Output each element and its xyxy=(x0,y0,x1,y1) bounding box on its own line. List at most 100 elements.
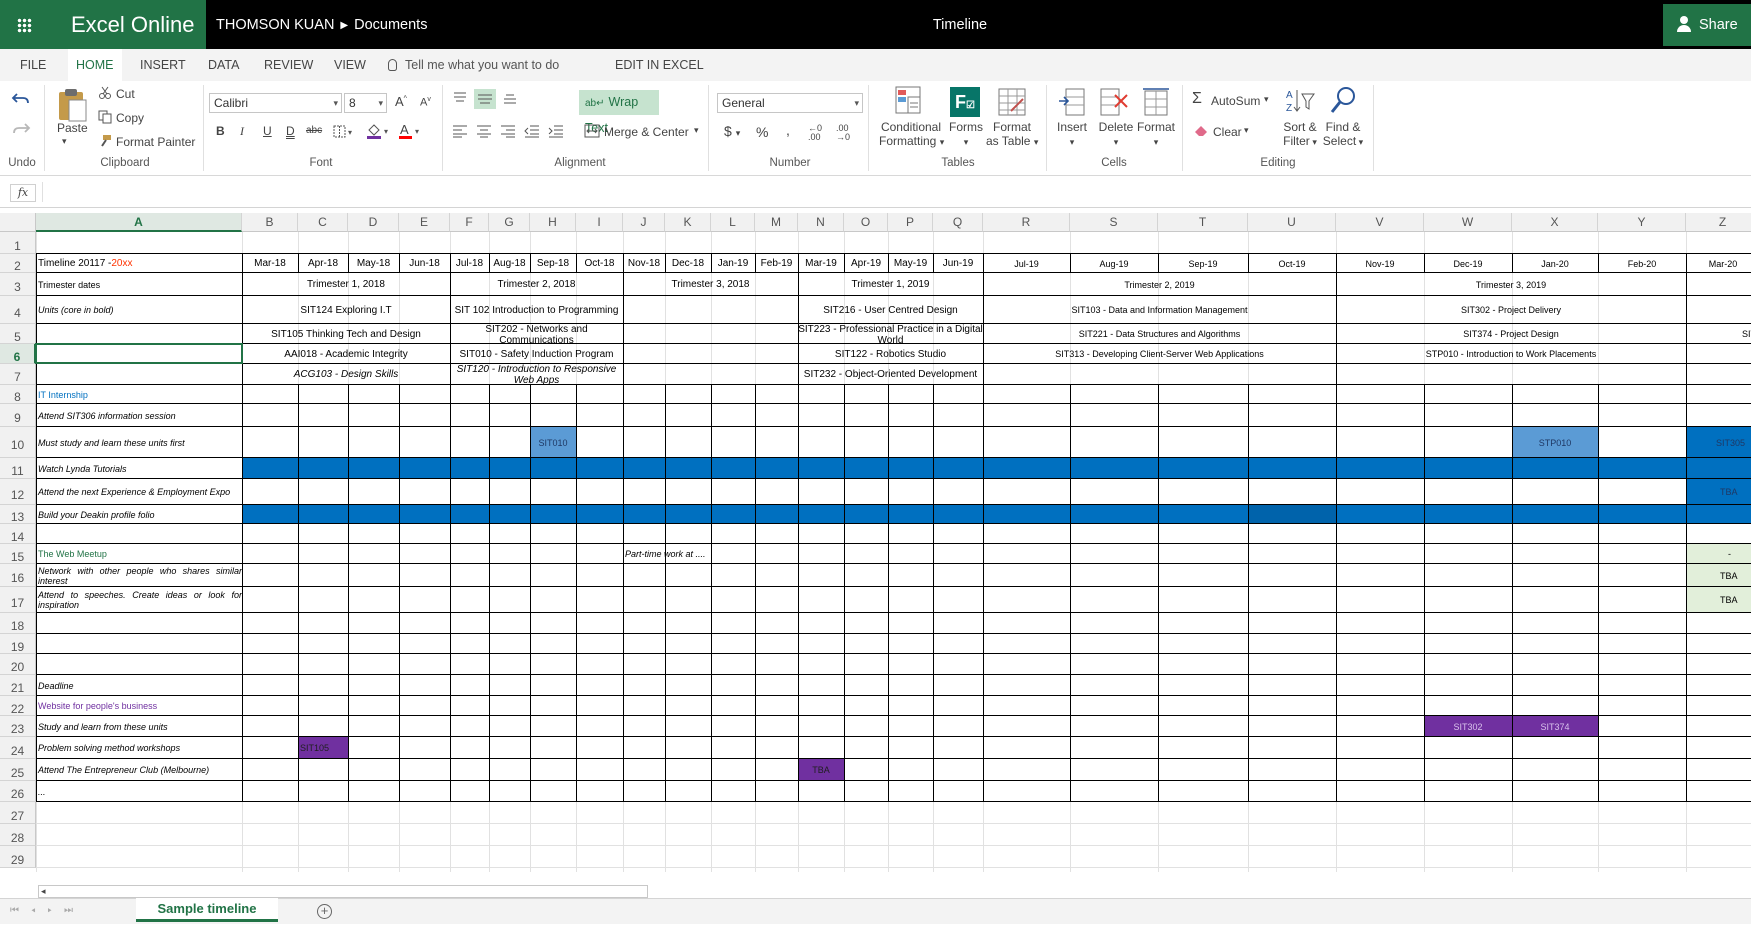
paste-button[interactable]: Paste xyxy=(57,121,88,135)
column-header[interactable]: F xyxy=(450,213,489,232)
double-underline-button[interactable]: D xyxy=(286,124,295,138)
scroll-left-icon[interactable]: ◂ xyxy=(41,886,46,897)
comma-style-button[interactable]: , xyxy=(786,122,790,138)
tab-review[interactable]: REVIEW xyxy=(256,49,321,81)
row-header[interactable]: 22 xyxy=(0,696,36,716)
row-header[interactable]: 17 xyxy=(0,587,36,613)
activity-label[interactable]: IT Internship xyxy=(36,385,242,404)
month-header[interactable]: Aug-19 xyxy=(1070,254,1158,273)
align-left-icon[interactable] xyxy=(452,124,468,138)
sort-filter-button[interactable]: Sort & Filter ▾ xyxy=(1280,120,1320,149)
month-header[interactable]: Mar-19 xyxy=(798,254,844,273)
align-center-icon[interactable] xyxy=(476,124,492,138)
month-header[interactable]: Jan-20 xyxy=(1512,254,1598,273)
column-header[interactable]: I xyxy=(576,213,623,232)
delete-button[interactable]: Delete ▾ xyxy=(1096,120,1136,149)
tab-view[interactable]: VIEW xyxy=(326,49,374,81)
column-header[interactable]: R xyxy=(983,213,1070,232)
row-header[interactable]: 14 xyxy=(0,524,36,544)
block-label[interactable]: SIT010 xyxy=(530,427,576,458)
row-header[interactable]: 6 xyxy=(0,344,36,364)
undo-icon[interactable] xyxy=(11,91,31,107)
unit-cell[interactable]: SIT202 - Networks and Communications xyxy=(450,324,623,344)
row-header[interactable]: 1 xyxy=(0,232,36,254)
row-header[interactable]: 15 xyxy=(0,544,36,564)
number-format-select[interactable]: General xyxy=(717,93,863,113)
forms-button[interactable]: Forms ▾ xyxy=(949,120,983,149)
activity-label[interactable]: Network with other people who shares sim… xyxy=(36,564,242,587)
clear-dropdown-icon[interactable]: ▾ xyxy=(1244,125,1249,136)
column-header[interactable]: Q xyxy=(933,213,983,232)
block-label[interactable]: SIT105 xyxy=(298,737,348,759)
column-header[interactable]: C xyxy=(298,213,348,232)
grow-font-icon[interactable]: A^ xyxy=(395,94,407,109)
unit-cell[interactable]: SIT232 - Object-Oriented Development xyxy=(798,364,983,385)
column-header[interactable]: U xyxy=(1248,213,1336,232)
activity-label[interactable]: Problem solving method workshops xyxy=(36,737,242,759)
unit-cell[interactable]: SIT221 - Data Structures and Algorithms xyxy=(983,324,1336,344)
month-header[interactable]: Nov-19 xyxy=(1336,254,1424,273)
italic-button[interactable]: I xyxy=(240,124,244,139)
breadcrumb-folder[interactable]: Documents xyxy=(354,17,427,33)
block-label[interactable]: TBA xyxy=(1686,564,1751,587)
cut-button[interactable]: Cut xyxy=(116,87,135,101)
column-header[interactable]: Z xyxy=(1686,213,1751,232)
clear-button[interactable]: Clear xyxy=(1213,125,1242,139)
month-header[interactable]: Sep-18 xyxy=(530,254,576,273)
month-header[interactable]: Mar-18 xyxy=(242,254,298,273)
align-top-icon[interactable] xyxy=(452,91,468,105)
font-name-select[interactable]: Calibri xyxy=(209,93,342,113)
row-header[interactable]: 8 xyxy=(0,385,36,404)
month-header[interactable]: Jul-19 xyxy=(983,254,1070,273)
unit-cell[interactable]: ACG103 - Design Skills xyxy=(242,364,450,385)
column-header[interactable]: V xyxy=(1336,213,1424,232)
column-header[interactable]: E xyxy=(399,213,450,232)
paste-icon[interactable] xyxy=(56,87,88,123)
block-label[interactable]: TBA xyxy=(1686,587,1751,613)
row-header[interactable]: 27 xyxy=(0,802,36,824)
row-header[interactable]: 16 xyxy=(0,564,36,587)
unit-cell[interactable]: SIT 102 Introduction to Programming xyxy=(450,296,623,324)
trimester-header[interactable]: Trimester 1, 2018 xyxy=(242,273,450,296)
column-header[interactable]: S xyxy=(1070,213,1158,232)
row-header[interactable]: 4 xyxy=(0,296,36,324)
row-header[interactable]: 3 xyxy=(0,273,36,296)
block-label[interactable]: Part-time work at .... xyxy=(623,544,755,564)
unit-cell[interactable]: SIT105 Thinking Tech and Design xyxy=(242,324,450,344)
edit-in-excel-button[interactable]: EDIT IN EXCEL xyxy=(607,49,712,81)
add-sheet-icon[interactable]: + xyxy=(317,904,332,919)
row-header[interactable]: 26 xyxy=(0,781,36,802)
sheet-nav-arrows-icon[interactable]: ⏮◂▸⏭ xyxy=(10,905,85,916)
month-header[interactable]: May-18 xyxy=(348,254,399,273)
row-header[interactable]: 11 xyxy=(0,458,36,479)
breadcrumb-user[interactable]: THOMSON KUAN xyxy=(216,17,334,33)
format-painter-button[interactable]: Format Painter xyxy=(116,135,195,149)
month-header[interactable]: Oct-18 xyxy=(576,254,623,273)
trimester-header[interactable]: Trimester 1, 2019 xyxy=(798,273,983,296)
trimester-header[interactable]: Trimester 2, 2018 xyxy=(450,273,623,296)
decrease-decimal-button[interactable]: .00 →0 xyxy=(836,124,850,142)
row-header[interactable]: 18 xyxy=(0,613,36,634)
month-header[interactable]: Jul-18 xyxy=(450,254,489,273)
increase-indent-icon[interactable] xyxy=(548,124,564,138)
align-bottom-icon[interactable] xyxy=(502,91,518,105)
activity-label[interactable]: ... xyxy=(36,781,242,802)
activity-label[interactable]: Attend the next Experience & Employment … xyxy=(36,479,242,505)
conditional-formatting-button[interactable]: Conditional Formatting ▾ xyxy=(879,120,944,149)
column-header[interactable]: L xyxy=(711,213,755,232)
month-header[interactable]: Jun-19 xyxy=(933,254,983,273)
unit-cell[interactable]: STP010 - Introduction to Work Placements xyxy=(1336,344,1686,364)
row-header[interactable]: 13 xyxy=(0,505,36,524)
unit-cell[interactable]: SIT122 - Robotics Studio xyxy=(798,344,983,364)
tab-insert[interactable]: INSERT xyxy=(132,49,194,81)
month-header[interactable]: Aug-18 xyxy=(489,254,530,273)
unit-cell[interactable]: SIT120 - Introduction to Responsive Web … xyxy=(450,364,623,385)
tell-me-box[interactable]: Tell me what you want to do xyxy=(388,49,559,81)
activity-label[interactable]: Attend to speeches. Create ideas or look… xyxy=(36,587,242,613)
activity-label[interactable]: Build your Deakin profile folio xyxy=(36,505,242,524)
document-title[interactable]: Timeline xyxy=(900,0,1020,49)
column-header[interactable]: A xyxy=(36,213,242,232)
activity-label[interactable]: Watch Lynda Tutorials xyxy=(36,458,242,479)
row-header[interactable]: 28 xyxy=(0,824,36,846)
row-header[interactable]: 12 xyxy=(0,479,36,505)
